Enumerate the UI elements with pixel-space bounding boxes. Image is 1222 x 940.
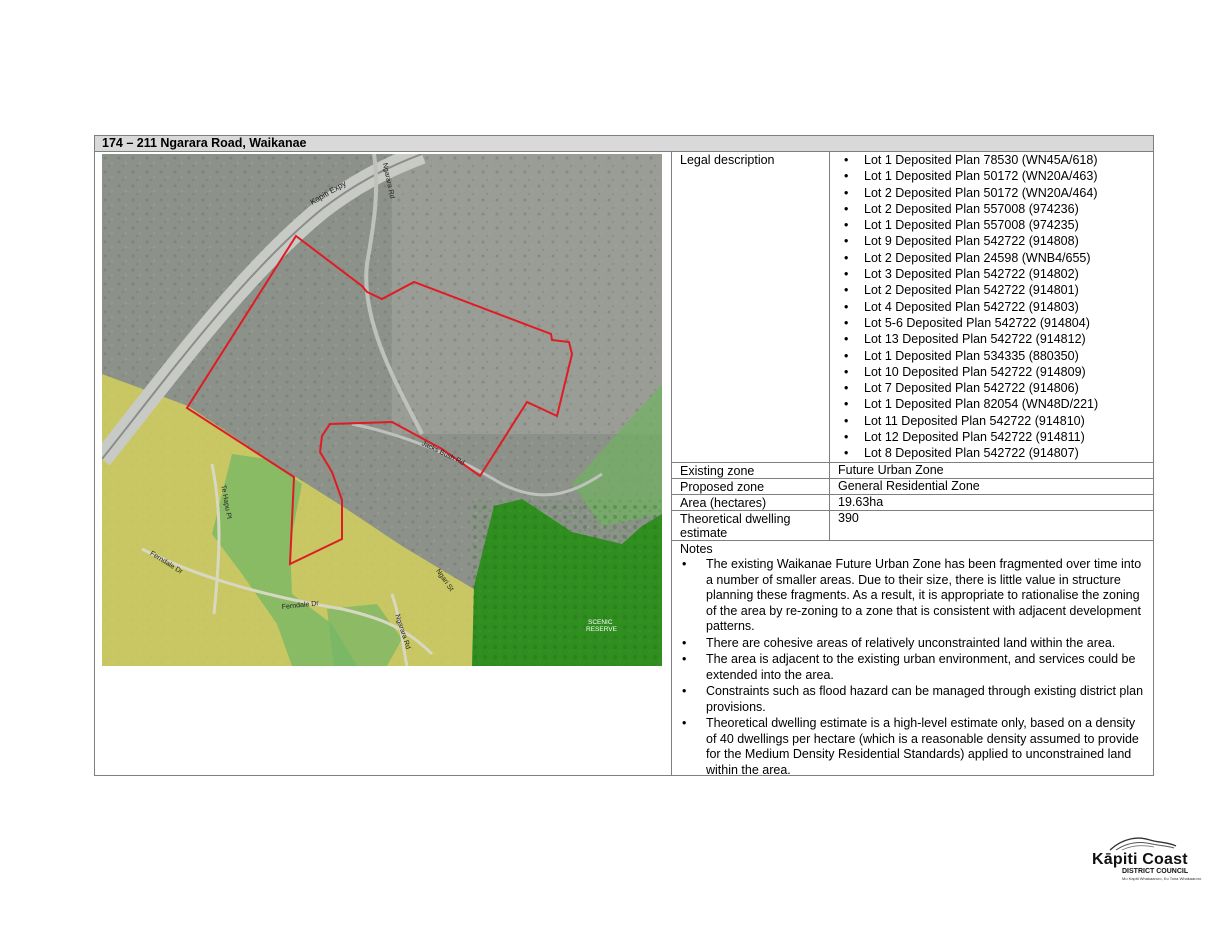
dwelling-value: 390 bbox=[829, 511, 1154, 540]
legal-item: Lot 1 Deposited Plan 534335 (880350) bbox=[838, 348, 1154, 364]
existing-zone-label: Existing zone bbox=[680, 464, 755, 478]
area-label: Area (hectares) bbox=[680, 496, 767, 510]
council-logo: Kāpiti Coast DISTRICT COUNCIL Mo Kapiti … bbox=[1086, 834, 1202, 884]
legal-item: Lot 2 Deposited Plan 542722 (914801) bbox=[838, 282, 1154, 298]
legal-item: Lot 3 Deposited Plan 542722 (914802) bbox=[838, 266, 1154, 282]
legal-item: Lot 1 Deposited Plan 82054 (WN48D/221) bbox=[838, 396, 1154, 412]
dwelling-label: Theoretical dwelling estimate bbox=[680, 512, 791, 540]
notes-list: The existing Waikanae Future Urban Zone … bbox=[680, 557, 1148, 779]
legal-item: Lot 5-6 Deposited Plan 542722 (914804) bbox=[838, 315, 1154, 331]
area-value: 19.63ha bbox=[829, 495, 1154, 510]
site-title: 174 – 211 Ngarara Road, Waikanae bbox=[95, 136, 1153, 152]
site-map: Kapiti Expy Ngarara Rd Jacks Bush Rd Te … bbox=[102, 154, 662, 666]
legal-item: Lot 2 Deposited Plan 24598 (WNB4/655) bbox=[838, 250, 1154, 266]
area-row: Area (hectares) 19.63ha bbox=[672, 495, 1154, 511]
note-item: There are cohesive areas of relatively u… bbox=[680, 636, 1148, 652]
legal-description-value: Lot 1 Deposited Plan 78530 (WN45A/618) L… bbox=[829, 152, 1154, 462]
note-item: The area is adjacent to the existing urb… bbox=[680, 652, 1148, 683]
proposed-zone-row: Proposed zone General Residential Zone bbox=[672, 479, 1154, 495]
note-item: Theoretical dwelling estimate is a high-… bbox=[680, 716, 1148, 778]
legal-description-row: Legal description Lot 1 Deposited Plan 7… bbox=[672, 152, 1154, 463]
notes-section: Notes The existing Waikanae Future Urban… bbox=[672, 541, 1154, 777]
proposed-zone-label: Proposed zone bbox=[680, 480, 765, 494]
map-svg: Kapiti Expy Ngarara Rd Jacks Bush Rd Te … bbox=[102, 154, 662, 666]
legal-item: Lot 1 Deposited Plan 557008 (974235) bbox=[838, 217, 1154, 233]
proposed-zone-value: General Residential Zone bbox=[829, 479, 1154, 494]
map-label-reserve: RESERVE bbox=[586, 626, 618, 633]
legal-item: Lot 2 Deposited Plan 557008 (974236) bbox=[838, 201, 1154, 217]
legal-item: Lot 9 Deposited Plan 542722 (914808) bbox=[838, 233, 1154, 249]
map-label-scenic: SCENIC bbox=[588, 619, 613, 626]
legal-description-label: Legal description bbox=[680, 153, 775, 167]
existing-zone-row: Existing zone Future Urban Zone bbox=[672, 463, 1154, 479]
legal-item: Lot 7 Deposited Plan 542722 (914806) bbox=[838, 380, 1154, 396]
logo-tagline: Mo Kapiti Whakaaroro, Ko Tona Whakaaroro bbox=[1122, 876, 1202, 881]
legal-item: Lot 10 Deposited Plan 542722 (914809) bbox=[838, 364, 1154, 380]
legal-item: Lot 1 Deposited Plan 78530 (WN45A/618) bbox=[838, 152, 1154, 168]
note-item: The existing Waikanae Future Urban Zone … bbox=[680, 557, 1148, 635]
legal-item: Lot 4 Deposited Plan 542722 (914803) bbox=[838, 299, 1154, 315]
existing-zone-value: Future Urban Zone bbox=[829, 463, 1154, 478]
site-table: 174 – 211 Ngarara Road, Waikanae Kapiti … bbox=[94, 135, 1154, 777]
note-item: Constraints such as flood hazard can be … bbox=[680, 684, 1148, 715]
legal-item: Lot 2 Deposited Plan 50172 (WN20A/464) bbox=[838, 185, 1154, 201]
legal-item: Lot 8 Deposited Plan 542722 (914807) bbox=[838, 445, 1154, 461]
scenic-reserve-texture bbox=[472, 499, 662, 666]
legal-description-list: Lot 1 Deposited Plan 78530 (WN45A/618) L… bbox=[838, 152, 1154, 462]
site-details: Legal description Lot 1 Deposited Plan 7… bbox=[671, 152, 1154, 777]
dwelling-row: Theoretical dwelling estimate 390 bbox=[672, 511, 1154, 541]
legal-item: Lot 1 Deposited Plan 50172 (WN20A/463) bbox=[838, 168, 1154, 184]
notes-label: Notes bbox=[680, 542, 713, 556]
legal-item: Lot 12 Deposited Plan 542722 (914811) bbox=[838, 429, 1154, 445]
mountain-logo-icon bbox=[1109, 837, 1177, 851]
legal-item: Lot 11 Deposited Plan 542722 (914810) bbox=[838, 413, 1154, 429]
logo-subtitle: DISTRICT COUNCIL bbox=[1122, 868, 1189, 875]
logo-name: Kāpiti Coast bbox=[1092, 851, 1188, 868]
legal-item: Lot 13 Deposited Plan 542722 (914812) bbox=[838, 331, 1154, 347]
